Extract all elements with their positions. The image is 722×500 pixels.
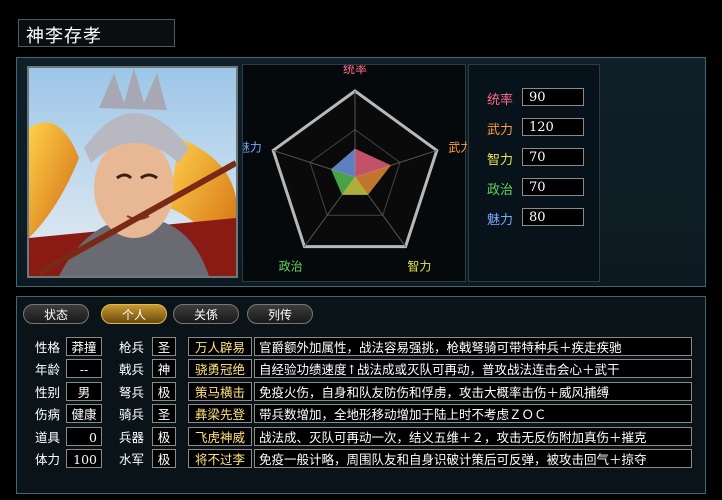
stat-value: 70 bbox=[522, 178, 584, 196]
stat-value: 90 bbox=[522, 88, 584, 106]
troop-rank: 圣 bbox=[152, 404, 176, 424]
troop-rank: 圣 bbox=[152, 337, 176, 356]
skill-description: 免疫火伤，自身和队友防伤和俘虏，攻击大概率击伤＋威风捕缚 bbox=[254, 381, 692, 401]
radar-label-pol: 政治 bbox=[279, 260, 303, 274]
attribute-radar-chart: 统率武力智力 政治 魅力 bbox=[238, 61, 473, 274]
stat-value: 120 bbox=[522, 118, 584, 136]
skill-name[interactable]: 策马横击 bbox=[188, 381, 252, 401]
character-name: 神李存孝 bbox=[26, 26, 102, 47]
stat-label: 魅力 bbox=[487, 213, 514, 228]
personal-value: 莽撞 bbox=[66, 337, 102, 356]
skill-description: 自经验功绩速度↑战法成或灭队可再动，普攻战法连击会心＋武干 bbox=[254, 359, 692, 379]
troop-label: 戟兵 bbox=[114, 359, 150, 379]
personal-value: 0 bbox=[66, 426, 102, 446]
personal-label: 伤病 bbox=[30, 404, 66, 424]
skill-name[interactable]: 飞虎神威 bbox=[188, 426, 252, 446]
portrait-image bbox=[29, 68, 236, 276]
skill-description: 免疫一般计略，周围队友和自身识破计策后可反弹，被攻击回气＋掠夺 bbox=[254, 449, 692, 468]
troop-label: 骑兵 bbox=[114, 404, 150, 424]
troop-label: 枪兵 bbox=[114, 337, 150, 356]
personal-value: 健康 bbox=[66, 404, 102, 424]
troop-label: 兵器 bbox=[114, 426, 150, 446]
stat-label: 政治 bbox=[487, 183, 514, 198]
tab-personal[interactable]: 个人 bbox=[101, 304, 167, 324]
skill-name[interactable]: 彝梁先登 bbox=[188, 404, 252, 424]
troop-rank: 极 bbox=[152, 426, 176, 446]
skill-description: 官爵额外加属性，战法容易强挑，枪戟弩骑可带特种兵＋疾走疾驰 bbox=[254, 337, 692, 356]
troop-label: 水军 bbox=[114, 449, 150, 468]
personal-value: -- bbox=[66, 359, 102, 379]
tab-relations[interactable]: 关係 bbox=[173, 304, 239, 324]
skill-description: 战法成、灭队可再动一次，结义五维＋２，攻击无反伤附加真伤＋摧克 bbox=[254, 426, 692, 446]
personal-value: 100 bbox=[66, 449, 102, 468]
stat-value: 70 bbox=[522, 148, 584, 166]
radar-label-lead: 统率 bbox=[343, 65, 367, 76]
stat-label: 智力 bbox=[487, 153, 514, 168]
personal-label: 性别 bbox=[30, 381, 66, 401]
skill-name[interactable]: 骁勇冠绝 bbox=[188, 359, 252, 379]
personal-label: 性格 bbox=[30, 337, 66, 356]
troop-label: 弩兵 bbox=[114, 381, 150, 401]
portrait bbox=[27, 66, 238, 278]
skill-name[interactable]: 万人辟易 bbox=[188, 337, 252, 356]
personal-label: 体力 bbox=[30, 449, 66, 468]
radar-label-war: 武力 bbox=[448, 140, 467, 154]
radar-label-int: 智力 bbox=[407, 259, 431, 274]
tab-status[interactable]: 状态 bbox=[23, 304, 89, 324]
skill-description: 带兵数增加，全地形移动增加于陆上时不考虑ＺＯＣ bbox=[254, 404, 692, 424]
radar-label-chr: 魅力 bbox=[243, 139, 262, 154]
attribute-radar-panel: 统率武力智力 政治 魅力 bbox=[238, 61, 473, 282]
personal-label: 年龄 bbox=[30, 359, 66, 379]
tab-biography[interactable]: 列传 bbox=[247, 304, 313, 324]
troop-rank: 极 bbox=[152, 381, 176, 401]
troop-rank: 极 bbox=[152, 449, 176, 468]
stat-label: 武力 bbox=[487, 123, 514, 138]
stat-value: 80 bbox=[522, 208, 584, 226]
personal-label: 道具 bbox=[30, 426, 66, 446]
personal-value: 男 bbox=[66, 381, 102, 401]
skill-name[interactable]: 将不过李 bbox=[188, 449, 252, 468]
troop-rank: 神 bbox=[152, 359, 176, 379]
stat-label: 统率 bbox=[487, 93, 514, 108]
